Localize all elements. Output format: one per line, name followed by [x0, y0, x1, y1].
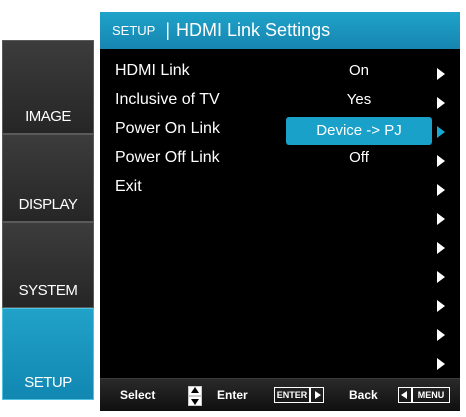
- setting-label: Exit: [115, 178, 142, 195]
- setting-row-exit[interactable]: Exit: [100, 175, 460, 203]
- tab-image[interactable]: IMAGE: [2, 40, 94, 134]
- enter-key-icon: ENTER: [274, 387, 310, 403]
- empty-row: [100, 233, 460, 261]
- setting-label: Inclusive of TV: [115, 91, 220, 108]
- back-hint: Back: [349, 388, 378, 402]
- tab-system-label: SYSTEM: [18, 282, 78, 299]
- enter-arrow-icon: [310, 387, 324, 403]
- right-arrow-icon[interactable]: [437, 97, 445, 109]
- tab-display[interactable]: DISPLAY: [2, 134, 94, 222]
- enter-hint: Enter: [217, 388, 248, 402]
- page-title: HDMI Link Settings: [176, 20, 331, 40]
- right-arrow-icon[interactable]: [437, 126, 445, 138]
- right-arrow-icon[interactable]: [437, 68, 445, 80]
- tab-setup-label: SETUP: [24, 374, 72, 391]
- tab-setup[interactable]: SETUP: [2, 308, 94, 400]
- help-bar: Select Enter ENTER Back MENU: [100, 378, 460, 411]
- setting-value[interactable]: Yes: [286, 91, 432, 108]
- section-name: SETUP: [112, 23, 156, 38]
- menu-tabs: IMAGE DISPLAY SYSTEM SETUP: [0, 40, 100, 400]
- empty-row: [100, 320, 460, 348]
- empty-row: [100, 262, 460, 290]
- setting-label: Power On Link: [115, 120, 220, 137]
- right-arrow-icon: [437, 358, 445, 370]
- setting-row-power-on-link[interactable]: Power On Link Device -> PJ: [100, 117, 460, 145]
- setting-label: Power Off Link: [115, 149, 220, 166]
- empty-row: [100, 349, 460, 377]
- tab-image-label: IMAGE: [25, 108, 71, 125]
- right-arrow-icon[interactable]: [437, 184, 445, 196]
- up-down-icon: [188, 386, 202, 406]
- setting-value[interactable]: On: [286, 62, 432, 79]
- empty-row: [100, 204, 460, 232]
- right-arrow-icon: [437, 300, 445, 312]
- empty-row: [100, 291, 460, 319]
- setting-row-inclusive-of-tv[interactable]: Inclusive of TV Yes: [100, 88, 460, 116]
- tab-display-label: DISPLAY: [18, 196, 78, 213]
- menu-key-icon: MENU: [412, 387, 450, 403]
- title-bar: SETUP | HDMI Link Settings: [100, 12, 460, 49]
- right-arrow-icon[interactable]: [437, 155, 445, 167]
- setting-value-selected[interactable]: Device -> PJ: [286, 117, 432, 145]
- select-hint: Select: [120, 388, 156, 402]
- setting-label: HDMI Link: [115, 62, 190, 79]
- title-separator: |: [165, 20, 171, 40]
- right-arrow-icon: [437, 213, 445, 225]
- setting-row-hdmi-link[interactable]: HDMI Link On: [100, 59, 460, 87]
- tab-system[interactable]: SYSTEM: [2, 222, 94, 308]
- setting-row-power-off-link[interactable]: Power Off Link Off: [100, 146, 460, 174]
- menu-arrow-icon: [398, 387, 412, 403]
- right-arrow-icon: [437, 242, 445, 254]
- right-arrow-icon: [437, 329, 445, 341]
- osd-panel: SETUP | HDMI Link Settings HDMI Link On …: [100, 12, 460, 411]
- right-arrow-icon: [437, 271, 445, 283]
- setting-value[interactable]: Off: [286, 149, 432, 166]
